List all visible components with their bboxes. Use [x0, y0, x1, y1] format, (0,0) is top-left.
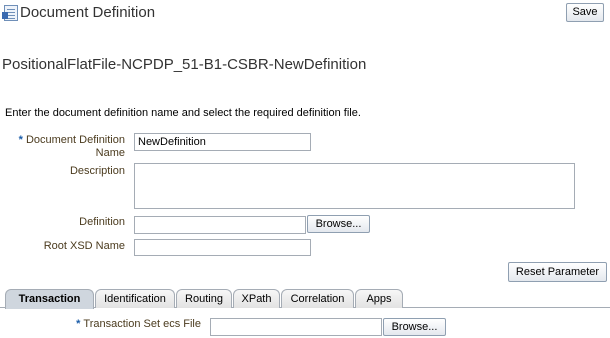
document-definition-icon [2, 5, 18, 21]
definition-label: Definition [79, 216, 125, 228]
tab-apps[interactable]: Apps [355, 289, 403, 308]
ecs-file-input[interactable] [210, 318, 382, 336]
root-xsd-input[interactable] [134, 239, 311, 256]
doc-def-name-label-text: Document Definition Name [25, 134, 125, 159]
description-textarea[interactable] [134, 163, 575, 209]
doc-def-name-label: * Document Definition Name [0, 134, 125, 160]
tab-identification[interactable]: Identification [95, 289, 175, 308]
doc-def-name-input[interactable] [134, 133, 311, 151]
page-title: Document Definition [20, 4, 156, 21]
definition-file-input[interactable] [134, 216, 306, 234]
ecs-browse-button[interactable]: Browse... [383, 318, 446, 336]
root-xsd-label: Root XSD Name [43, 240, 125, 252]
required-marker: * [18, 134, 26, 146]
definition-browse-button[interactable]: Browse... [307, 215, 370, 233]
ecs-file-label-text: Transaction Set ecs File [83, 318, 201, 330]
reset-parameter-button[interactable]: Reset Parameter [508, 262, 607, 282]
instructions-text: Enter the document definition name and s… [5, 107, 361, 119]
tab-routing[interactable]: Routing [176, 289, 232, 308]
section-title: PositionalFlatFile-NCPDP_51-B1-CSBR-NewD… [2, 56, 367, 73]
ecs-file-label: * Transaction Set ecs File [75, 318, 201, 331]
save-button[interactable]: Save [566, 3, 604, 22]
tab-transaction[interactable]: Transaction [5, 289, 94, 309]
tab-xpath[interactable]: XPath [233, 289, 280, 308]
description-label: Description [69, 165, 125, 177]
tab-correlation[interactable]: Correlation [281, 289, 354, 308]
